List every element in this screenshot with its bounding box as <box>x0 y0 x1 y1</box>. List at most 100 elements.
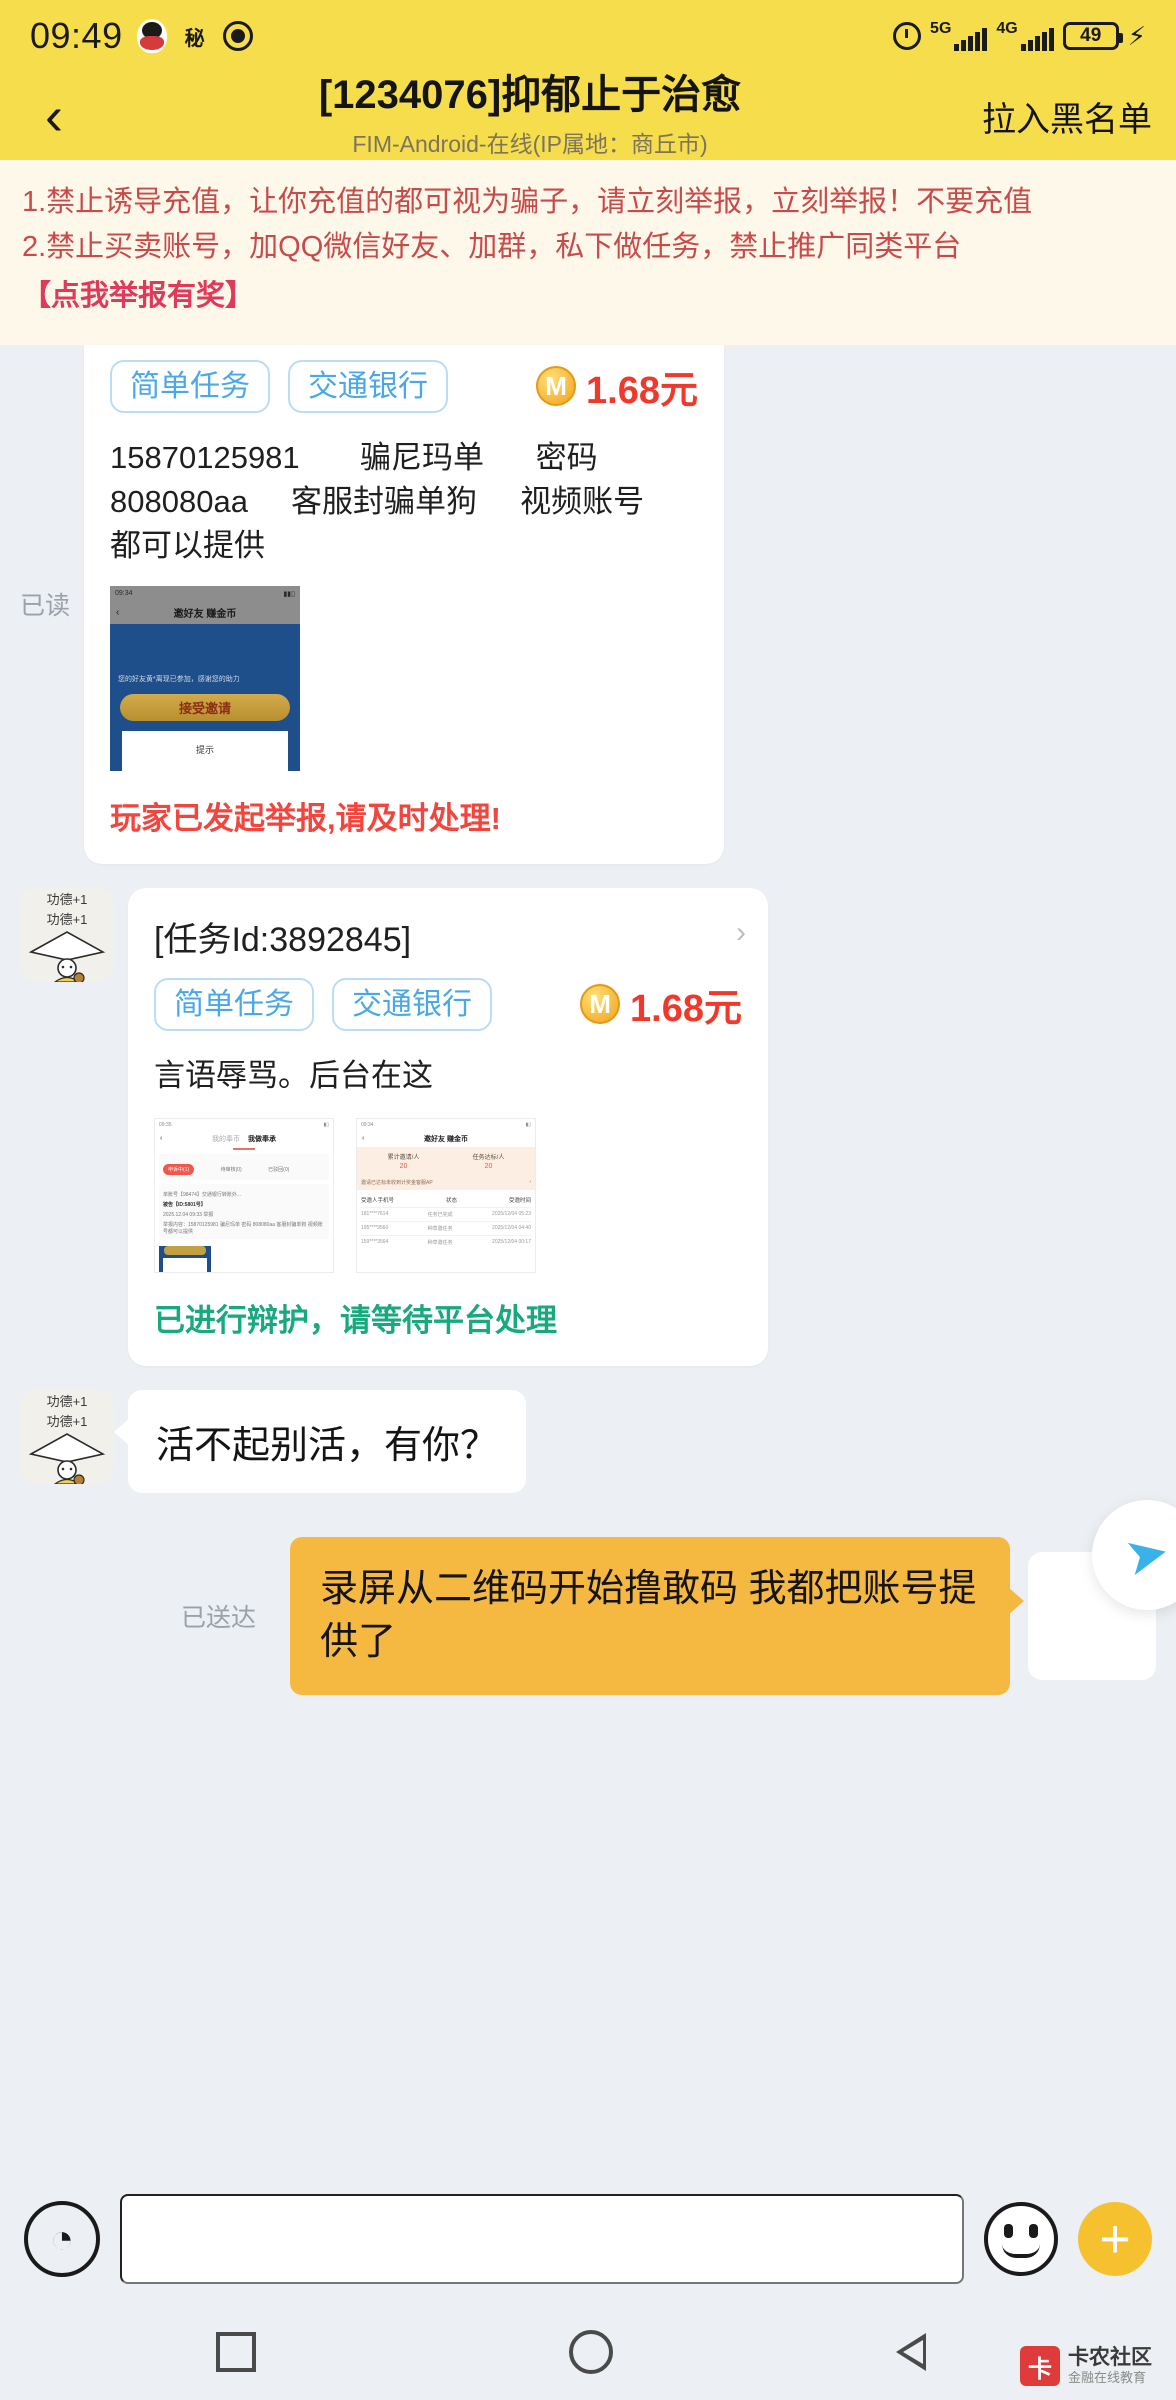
message-row-4: 已送达 录屏从二维码开始撸敢码 我都把账号提供了 <box>0 1536 1176 1696</box>
thumb2r-summary-labels: 累计邀请/人 任务达标/人 <box>361 1152 531 1161</box>
message-bubble-3[interactable]: 活不起别活，有你？ <box>113 1389 527 1493</box>
thumb2r-th-0: 受邀人手机号 <box>361 1197 395 1204</box>
task-id-label-2: [任务Id:3892845] <box>154 920 412 959</box>
read-status-1: 已读 <box>20 592 71 621</box>
notice-line-2: 2.禁止买卖账号，加QQ微信好友、加群，私下做任务，禁止推广同类平台 <box>22 230 962 263</box>
thumb2l-mini-sheet <box>163 1257 207 1272</box>
thumb2r-r0-c0: 181****7614 <box>361 1210 389 1217</box>
notice-report-reward-link[interactable]: 【点我举报有奖】 <box>22 274 1154 319</box>
chevron-right-icon-2[interactable]: › <box>736 917 746 948</box>
thumb2l-tab-inactive: 我的奉币 <box>212 1135 240 1143</box>
secret-icon: 秘 <box>184 27 205 50</box>
thumb2r-table: 受邀人手机号 状态 受邀时间 181****7614 任务已完成 2025/12… <box>357 1190 535 1252</box>
monk-illustration-icon <box>28 1432 106 1484</box>
plus-icon[interactable]: + <box>1078 2202 1152 2276</box>
thumb2r-back-icon: ‹ <box>362 1135 365 1143</box>
back-button[interactable]: ‹ <box>24 89 84 143</box>
embedded-screenshot-1[interactable]: 09:34 ▮▮▯ ‹ 邀好友 赚金币 您的好友黄*离现已参加，感谢您的助力 接… <box>110 585 301 771</box>
thumb2l-detail-panel: 单账号【98474】交通银行转账外... 被告【ID:5801号】 2025.1… <box>159 1183 329 1239</box>
thumb2l-back-icon: ‹ <box>160 1135 163 1143</box>
task-card-2[interactable]: › [任务Id:3892845] 简单任务 交通银行 M 1.68元 言语辱骂。… <box>128 887 768 1366</box>
thumb2l-col3: 已驳回(0) <box>268 1166 290 1173</box>
message-row-3: 功德+1 功德+1 活不起别活，有你？ <box>0 1389 1176 1493</box>
thumb2l-filter-panel: 申诉中(1) 待审核(0) 已驳回(0) <box>159 1153 329 1180</box>
charging-bolt-icon: ⚡ <box>1127 21 1146 51</box>
avatar-merit-text-3a: 功德+1 <box>46 1393 88 1409</box>
thumb1-title: 邀好友 赚金币 <box>173 609 237 621</box>
thumb2r-notice: 邀请已达标未收到计奖金客服AP › <box>357 1174 535 1190</box>
paper-plane-icon: ➤ <box>1119 1521 1175 1588</box>
table-row: 195****9560 种草邀任务 2025/12/04 04:40 <box>361 1220 531 1235</box>
thumb2r-notice-chevron-icon: › <box>529 1178 531 1185</box>
thumb1-back-icon: ‹ <box>116 607 120 619</box>
watermark: 卡 卡农社区 金融在线教育 <box>1020 2346 1152 2386</box>
tag-task-type-2[interactable]: 简单任务 <box>154 977 314 1031</box>
network-label-5g: 5G <box>930 20 952 37</box>
table-row: 159****3564 种草邀任务 2025/12/04 00:17 <box>361 1234 531 1249</box>
tag-price-row-2: 简单任务 交通银行 M 1.68元 <box>154 977 742 1032</box>
thumb2l-tab-active: 我做奉承 <box>248 1135 276 1143</box>
thumb1-sheet-hint: 提示 <box>196 744 215 755</box>
price-group-1: M 1.68元 <box>536 359 698 414</box>
thumb2r-col2-label: 任务达标/人 <box>472 1154 505 1161</box>
triangle-back-icon[interactable] <box>895 2330 960 2374</box>
status-time: 09:49 <box>30 15 123 56</box>
thumb2r-col1-value: 20 <box>399 1162 408 1170</box>
thumb2l-chip: 申诉中(1) <box>163 1163 195 1175</box>
embedded-screenshot-2-left[interactable]: 09:35 ▮▯ ‹ 我的奉币 我做奉承 申诉中(1) 待审核(0) 已驳回(0… <box>154 1117 334 1273</box>
message-bubble-4[interactable]: 录屏从二维码开始撸敢码 我都把账号提供了 <box>290 1536 1024 1696</box>
app-header: ‹ [1234076]抑郁止于治愈 FIM-Android-在线(IP属地：商丘… <box>0 72 1176 160</box>
thumb2r-col1-label: 累计邀请/人 <box>387 1154 420 1161</box>
thumb1-status-icons: ▮▮▯ <box>283 590 296 598</box>
avatar-monk-2[interactable]: 功德+1 功德+1 <box>20 887 114 982</box>
square-icon[interactable] <box>216 2332 257 2372</box>
thumb1-status-bar: 09:34 ▮▮▯ <box>110 585 301 602</box>
tag-list-1: 简单任务 交通银行 <box>110 359 449 413</box>
task-body-1: 15870125981 骗尼玛单 密码 808080aa 客服封骗单狗 视频账号… <box>110 439 645 563</box>
signal-4g-group: 4G <box>996 20 1054 51</box>
avatar-monk-3[interactable]: 功德+1 功德+1 <box>20 1389 114 1484</box>
thumb2r-r2-c2: 2025/12/04 00:17 <box>492 1238 531 1245</box>
thumb1-nav: ‹ 邀好友 赚金币 <box>110 601 301 624</box>
message-input-bar: ◔ + <box>0 2174 1176 2304</box>
thumb1-time: 09:34 <box>115 590 133 598</box>
delivery-status-4: 已送达 <box>180 1604 256 1633</box>
thumb2r-r2-c1: 种草邀任务 <box>427 1239 453 1246</box>
thumb2r-r1-c1: 种草邀任务 <box>427 1225 453 1232</box>
tag-task-type-1[interactable]: 简单任务 <box>110 359 271 413</box>
voice-wave-icon[interactable]: ◔ <box>24 2201 100 2277</box>
thumb2r-title: 邀好友 赚金币 <box>424 1135 468 1143</box>
avatar-merit-text-2a: 功德+1 <box>46 891 88 907</box>
signal-bars-4g-icon <box>1020 28 1054 51</box>
message-input[interactable] <box>120 2194 964 2284</box>
alarm-icon <box>893 22 922 50</box>
task-body-2: 言语辱骂。后台在这 <box>154 1057 433 1093</box>
phone-screen: 09:49 秘 5G 4G 49 ⚡ ‹ [1234076]抑郁止于治愈 FIM… <box>0 0 1176 2400</box>
watermark-name: 卡农社区 <box>1068 2346 1152 2370</box>
circle-icon[interactable] <box>568 2330 613 2374</box>
thumb2r-time: 09:34 <box>361 1121 374 1128</box>
page-subtitle: FIM-Android-在线(IP属地：商丘市) <box>352 131 708 157</box>
status-bar-right: 5G 4G 49 ⚡ <box>893 21 1146 51</box>
qq-icon <box>136 19 167 53</box>
header-center: [1234076]抑郁止于治愈 FIM-Android-在线(IP属地：商丘市) <box>84 73 976 159</box>
embedded-screenshot-2-right[interactable]: 09:34 ▮▯ ‹ 邀好友 赚金币 累计邀请/人 任务达标/人 20 20 邀… <box>356 1117 536 1273</box>
page-title: [1234076]抑郁止于治愈 <box>318 73 742 117</box>
tag-bank-2[interactable]: 交通银行 <box>332 977 492 1031</box>
thumb2r-th-2: 受邀时间 <box>508 1197 531 1204</box>
status-bar: 09:49 秘 5G 4G 49 ⚡ <box>0 0 1176 72</box>
tag-bank-1[interactable]: 交通银行 <box>288 359 449 413</box>
thumb2r-table-header: 受邀人手机号 状态 受邀时间 <box>361 1193 531 1207</box>
thumb2r-r1-c0: 195****9560 <box>361 1224 389 1231</box>
network-label-4g: 4G <box>996 20 1018 37</box>
task-card-1[interactable]: 简单任务 交通银行 M 1.68元 15870125981 骗尼玛单 密码 80… <box>84 344 725 864</box>
chat-scroll-area[interactable]: 已读 简单任务 交通银行 M 1.68元 15870125981 骗尼玛单 密码… <box>0 344 1176 2174</box>
price-label-1: 1.68元 <box>586 369 699 412</box>
notice-banner[interactable]: 1.禁止诱导充值，让你充值的都可视为骗子，请立刻举报，立刻举报！不要充值 2.禁… <box>0 160 1176 345</box>
thumb2r-th-1: 状态 <box>445 1197 457 1204</box>
thumb2r-nav: ‹ 邀好友 赚金币 <box>357 1131 535 1147</box>
embedded-screenshot-pair-2[interactable]: 09:35 ▮▯ ‹ 我的奉币 我做奉承 申诉中(1) 待审核(0) 已驳回(0… <box>154 1117 742 1273</box>
watermark-text: 卡农社区 金融在线教育 <box>1068 2346 1152 2385</box>
blacklist-button[interactable]: 拉入黑名单 <box>976 92 1152 141</box>
emoji-smile-icon[interactable] <box>984 2202 1058 2276</box>
